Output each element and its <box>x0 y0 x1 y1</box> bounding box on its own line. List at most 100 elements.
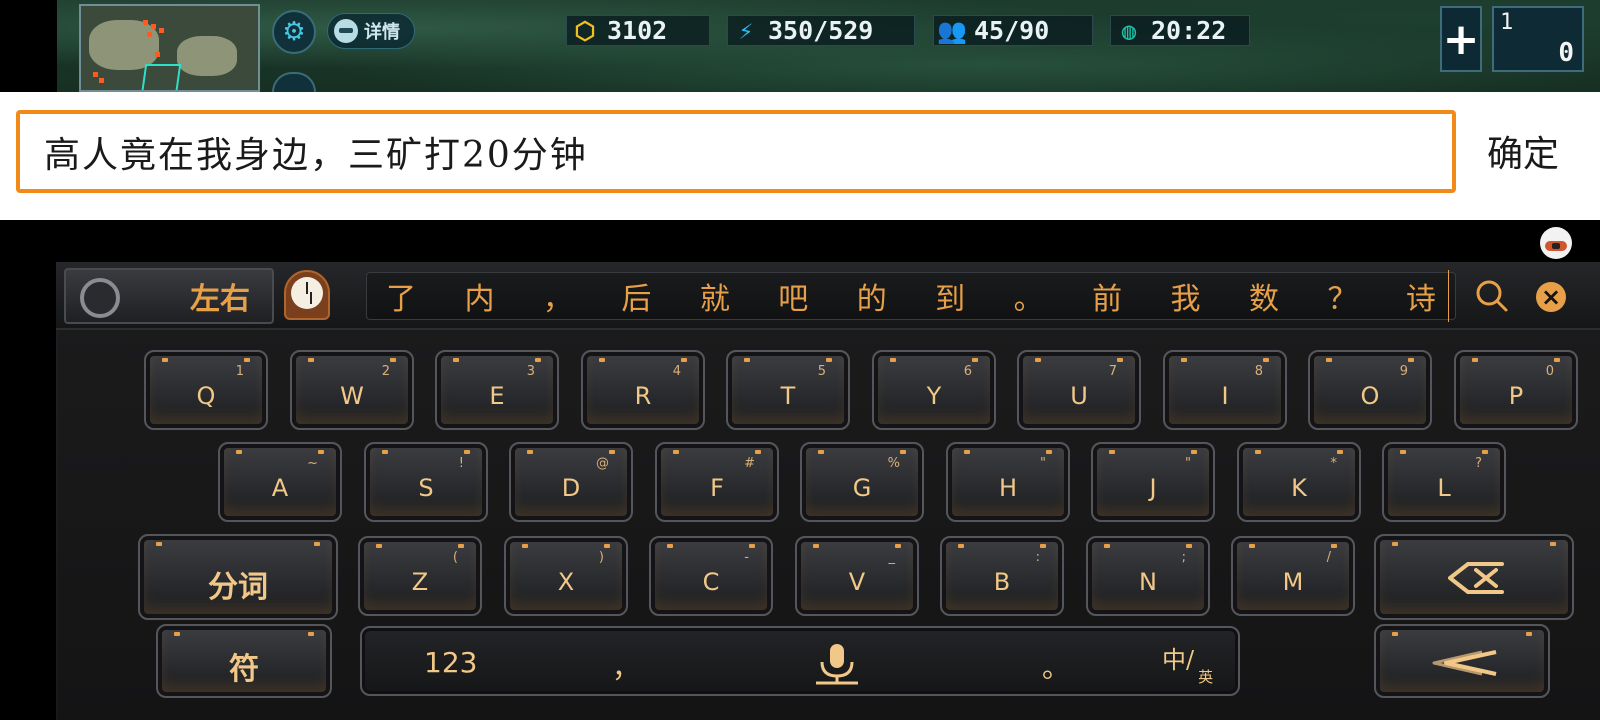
ime-mascot-icon[interactable] <box>1540 227 1572 259</box>
key-secondary-char: % <box>887 456 900 471</box>
comma-key[interactable]: ， <box>612 646 640 686</box>
key-letter: R <box>634 382 652 410</box>
candidate-word[interactable]: 后 <box>616 274 656 318</box>
key-i[interactable]: I8 <box>1163 350 1287 430</box>
key-h[interactable]: H " <box>946 442 1070 522</box>
settings-gear-button[interactable]: ⚙ <box>272 10 316 54</box>
key-secondary-char: _ <box>888 550 896 565</box>
robot-icon <box>334 19 358 43</box>
key-secondary-char: 7 <box>1108 364 1117 379</box>
key-x[interactable]: X) <box>504 536 628 616</box>
key-v[interactable]: V _ <box>795 536 919 616</box>
num-key[interactable]: 123 <box>424 646 477 679</box>
candidate-word[interactable]: 内 <box>459 274 499 318</box>
confirm-button[interactable]: 确定 <box>1478 118 1568 184</box>
minimap-viewport[interactable] <box>140 64 182 90</box>
details-button[interactable]: 详情 <box>327 13 415 49</box>
key-letter: K <box>1291 474 1307 502</box>
layout-switch-button[interactable]: 左右 <box>64 268 274 324</box>
key-letter: J <box>1149 474 1157 502</box>
key-c[interactable]: C- <box>649 536 773 616</box>
candidate-word[interactable]: 就 <box>695 274 735 318</box>
gear-icon: ⚙ <box>282 17 306 47</box>
minimap-unit <box>143 20 148 25</box>
key-s[interactable]: S! <box>364 442 488 522</box>
key-q[interactable]: Q1 <box>144 350 268 430</box>
candidate-word[interactable]: 的 <box>852 274 892 318</box>
add-group-button[interactable]: + <box>1440 6 1482 72</box>
key-secondary-char: ) <box>598 550 604 565</box>
key-m[interactable]: M / <box>1231 536 1355 616</box>
symbol-key-label: 符 <box>229 652 259 687</box>
minimap-terrain <box>89 20 159 70</box>
key-secondary-char: * <box>1330 456 1338 471</box>
key-letter: U <box>1070 382 1088 410</box>
candidate-word[interactable]: 到 <box>930 274 970 318</box>
candidate-word[interactable]: 了 <box>381 274 421 318</box>
candidate-divider <box>1448 270 1449 322</box>
details-label: 详情 <box>364 22 400 43</box>
period-key[interactable]: 。 <box>1042 646 1070 686</box>
key-e[interactable]: E3 <box>435 350 559 430</box>
gold-value: 3102 <box>607 16 668 45</box>
microphone-icon[interactable] <box>810 642 864 686</box>
candidate-word[interactable]: 吧 <box>773 274 813 318</box>
key-letter: B <box>993 568 1011 596</box>
key-k[interactable]: K * <box>1237 442 1361 522</box>
candidate-word[interactable]: ， <box>538 274 578 318</box>
key-secondary-char: " <box>1185 456 1191 471</box>
search-icon[interactable] <box>1472 276 1512 316</box>
minimap[interactable] <box>79 4 260 92</box>
return-arrow-icon <box>1432 650 1497 676</box>
candidate-word[interactable]: 诗 <box>1401 274 1441 318</box>
population-resource: 👥 45/90 <box>933 15 1093 46</box>
key-letter: I <box>1221 382 1229 410</box>
segment-key-label: 分词 <box>208 570 268 605</box>
energy-value: 350/529 <box>768 16 874 45</box>
minimap-unit <box>151 24 156 29</box>
enter-key[interactable] <box>1374 624 1550 698</box>
candidate-word[interactable]: ？ <box>1322 274 1362 318</box>
key-g[interactable]: G% <box>800 442 924 522</box>
candidate-word[interactable]: 。 <box>1009 274 1049 318</box>
lang-cn-label: 中 <box>1162 646 1186 674</box>
candidate-word[interactable]: 我 <box>1166 274 1206 318</box>
control-group-slot[interactable]: 1 0 <box>1492 6 1584 72</box>
key-o[interactable]: O9 <box>1308 350 1432 430</box>
segment-key[interactable]: 分词 <box>138 534 338 620</box>
clock-icon[interactable] <box>284 270 330 320</box>
key-secondary-char: ; <box>1181 550 1186 565</box>
key-a[interactable]: A ~ <box>218 442 342 522</box>
candidate-word[interactable]: 前 <box>1087 274 1127 318</box>
key-letter: A <box>271 474 289 502</box>
key-b[interactable]: B: <box>940 536 1064 616</box>
minimap-unit <box>159 28 164 33</box>
key-secondary-char: # <box>744 456 755 471</box>
candidate-word[interactable]: 数 <box>1244 274 1284 318</box>
key-p[interactable]: P0 <box>1454 350 1578 430</box>
key-f[interactable]: F # <box>655 442 779 522</box>
key-u[interactable]: U7 <box>1017 350 1141 430</box>
key-l[interactable]: L? <box>1382 442 1506 522</box>
symbol-key[interactable]: 符 <box>156 624 332 698</box>
key-letter: N <box>1139 568 1157 596</box>
backspace-key[interactable] <box>1374 534 1574 620</box>
key-z[interactable]: Z( <box>358 536 482 616</box>
key-t[interactable]: T5 <box>726 350 850 430</box>
key-w[interactable]: W2 <box>290 350 414 430</box>
key-letter: S <box>418 474 434 502</box>
key-r[interactable]: R4 <box>581 350 705 430</box>
chat-text-field[interactable]: 高人竟在我身边，三矿打20分钟 <box>16 110 1456 193</box>
key-secondary-char: ! <box>458 456 464 471</box>
space-bar[interactable]: 123 ， 。 中/英 <box>360 626 1240 696</box>
key-d[interactable]: D @ <box>509 442 633 522</box>
key-secondary-char: / <box>1326 550 1331 565</box>
key-j[interactable]: J " <box>1091 442 1215 522</box>
key-secondary-char: ? <box>1475 456 1482 471</box>
key-y[interactable]: Y6 <box>872 350 996 430</box>
key-letter: H <box>998 474 1018 502</box>
key-letter: W <box>340 382 364 410</box>
language-toggle[interactable]: 中/英 <box>1162 640 1213 686</box>
close-icon[interactable]: × <box>1536 282 1566 312</box>
key-n[interactable]: N; <box>1086 536 1210 616</box>
